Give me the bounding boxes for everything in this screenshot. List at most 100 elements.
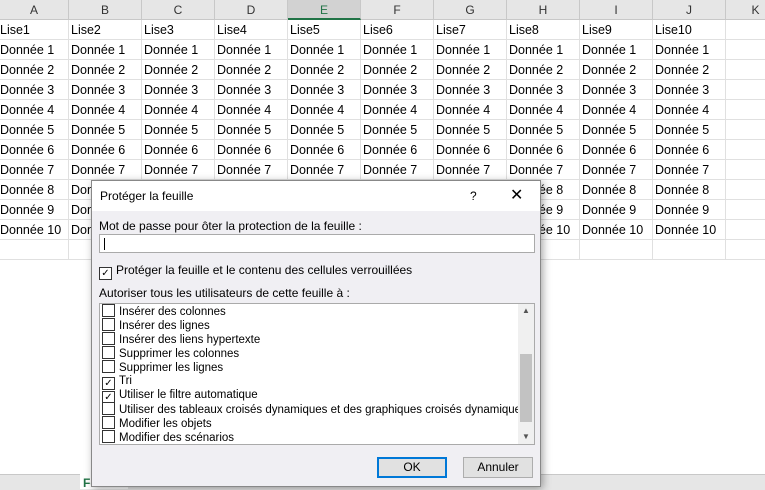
cell[interactable]: Lise8 [507, 20, 580, 40]
cell[interactable]: Donnée 2 [434, 60, 507, 80]
cell[interactable]: Donnée 7 [507, 160, 580, 180]
cell[interactable]: Lise2 [69, 20, 142, 40]
protect-checkbox-row[interactable]: ✓ Protéger la feuille et le contenu des c… [99, 263, 412, 280]
cell[interactable]: Donnée 2 [215, 60, 288, 80]
cell[interactable]: Donnée 8 [0, 180, 69, 200]
column-header-f[interactable]: F [361, 0, 434, 20]
cell[interactable] [726, 120, 765, 140]
cell[interactable]: Donnée 4 [142, 100, 215, 120]
cell[interactable]: Donnée 5 [288, 120, 361, 140]
cell[interactable]: Donnée 3 [507, 80, 580, 100]
column-header-b[interactable]: B [69, 0, 142, 20]
cell[interactable]: Donnée 9 [580, 200, 653, 220]
column-header-j[interactable]: J [653, 0, 726, 20]
permission-option[interactable]: Insérer des colonnes [100, 304, 534, 318]
cell[interactable]: Lise4 [215, 20, 288, 40]
cell[interactable]: Donnée 6 [507, 140, 580, 160]
column-header-i[interactable]: I [580, 0, 653, 20]
cell[interactable]: Donnée 5 [580, 120, 653, 140]
cell[interactable]: Donnée 4 [361, 100, 434, 120]
cell[interactable]: Donnée 1 [361, 40, 434, 60]
cell[interactable]: Donnée 3 [215, 80, 288, 100]
cell[interactable] [726, 20, 765, 40]
cell[interactable]: Donnée 5 [215, 120, 288, 140]
option-checkbox[interactable] [102, 430, 115, 443]
cell[interactable]: Donnée 5 [434, 120, 507, 140]
cell[interactable]: Donnée 6 [215, 140, 288, 160]
cell[interactable]: Donnée 5 [361, 120, 434, 140]
permission-option[interactable]: Supprimer les colonnes [100, 346, 534, 360]
permission-option[interactable]: Modifier des scénarios [100, 430, 534, 444]
cell[interactable]: Lise3 [142, 20, 215, 40]
cell[interactable]: Donnée 10 [0, 220, 69, 240]
cell[interactable]: Donnée 4 [434, 100, 507, 120]
close-icon[interactable]: ✕ [510, 181, 523, 211]
help-button[interactable]: ? [470, 181, 477, 211]
permission-option[interactable]: ✓ Utiliser le filtre automatique [100, 388, 534, 404]
cell[interactable]: Donnée 7 [0, 160, 69, 180]
cell[interactable]: Donnée 3 [142, 80, 215, 100]
cancel-button[interactable]: Annuler [463, 457, 533, 478]
cell[interactable]: Donnée 10 [653, 220, 726, 240]
cell[interactable]: Donnée 1 [507, 40, 580, 60]
ok-button[interactable]: OK [377, 457, 447, 478]
column-header-h[interactable]: H [507, 0, 580, 20]
cell[interactable]: Donnée 3 [288, 80, 361, 100]
cell[interactable]: Donnée 2 [0, 60, 69, 80]
password-input[interactable] [99, 234, 535, 253]
cell[interactable] [726, 140, 765, 160]
cell[interactable]: Lise6 [361, 20, 434, 40]
cell[interactable]: Donnée 4 [215, 100, 288, 120]
option-checkbox[interactable] [102, 402, 115, 415]
protect-checkbox[interactable]: ✓ [99, 267, 112, 280]
cell[interactable]: Donnée 8 [580, 180, 653, 200]
cell[interactable]: Donnée 3 [69, 80, 142, 100]
cell[interactable] [726, 160, 765, 180]
cell[interactable]: Donnée 1 [580, 40, 653, 60]
cell[interactable]: Donnée 7 [580, 160, 653, 180]
cell[interactable]: Donnée 4 [507, 100, 580, 120]
column-header-e[interactable]: E [288, 0, 361, 20]
scroll-down-icon[interactable]: ▼ [518, 430, 534, 444]
cell[interactable]: Donnée 1 [288, 40, 361, 60]
option-checkbox[interactable] [102, 304, 115, 317]
option-checkbox[interactable] [102, 332, 115, 345]
cell[interactable]: Donnée 7 [653, 160, 726, 180]
cell[interactable]: Donnée 6 [653, 140, 726, 160]
cell[interactable]: Donnée 1 [434, 40, 507, 60]
cell[interactable] [726, 60, 765, 80]
cell[interactable]: Donnée 3 [434, 80, 507, 100]
cell[interactable] [653, 240, 726, 260]
cell[interactable]: Donnée 1 [69, 40, 142, 60]
cell[interactable]: Donnée 6 [580, 140, 653, 160]
cell[interactable]: Donnée 7 [434, 160, 507, 180]
option-checkbox[interactable] [102, 360, 115, 373]
cell[interactable]: Donnée 1 [653, 40, 726, 60]
cell[interactable]: Donnée 6 [69, 140, 142, 160]
column-header-c[interactable]: C [142, 0, 215, 20]
permission-option[interactable]: Modifier les objets [100, 416, 534, 430]
cell[interactable]: Donnée 6 [0, 140, 69, 160]
permission-option[interactable]: Insérer des liens hypertexte [100, 332, 534, 346]
cell[interactable]: Donnée 3 [0, 80, 69, 100]
cell[interactable]: Donnée 5 [0, 120, 69, 140]
cell[interactable]: Donnée 1 [0, 40, 69, 60]
cell[interactable]: Donnée 2 [69, 60, 142, 80]
cell[interactable]: Donnée 6 [288, 140, 361, 160]
cell[interactable] [726, 100, 765, 120]
cell[interactable] [726, 180, 765, 200]
scroll-up-icon[interactable]: ▲ [518, 304, 534, 318]
cell[interactable]: Donnée 5 [69, 120, 142, 140]
cell[interactable]: Donnée 7 [69, 160, 142, 180]
cell[interactable]: Donnée 2 [507, 60, 580, 80]
cell[interactable] [726, 40, 765, 60]
cell[interactable]: Donnée 3 [653, 80, 726, 100]
cell[interactable]: Donnée 4 [288, 100, 361, 120]
cell[interactable]: Donnée 2 [361, 60, 434, 80]
cell[interactable]: Donnée 4 [653, 100, 726, 120]
cell[interactable] [726, 240, 765, 260]
cell[interactable]: Lise1 [0, 20, 69, 40]
option-checkbox[interactable] [102, 318, 115, 331]
cell[interactable]: Donnée 2 [580, 60, 653, 80]
cell[interactable]: Donnée 6 [361, 140, 434, 160]
